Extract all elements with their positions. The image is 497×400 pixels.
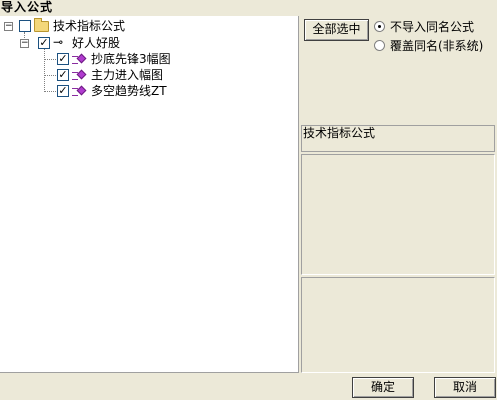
formula-description-pane bbox=[301, 277, 495, 373]
formula-tree[interactable]: − 技术指标公式 − ✓ ⊸ 好人好股 ✓ 抄底先锋3幅图 ✓ 主力进入幅图 ✓… bbox=[0, 16, 299, 373]
radio-label: 覆盖同名(非系统) bbox=[390, 39, 484, 53]
tree-item[interactable]: ✓ 抄底先锋3幅图 bbox=[0, 51, 220, 67]
collapse-icon[interactable]: − bbox=[4, 22, 13, 31]
radio-selected-icon[interactable] bbox=[374, 21, 385, 32]
radio-unselected-icon[interactable] bbox=[374, 40, 385, 51]
category-pane: 技术指标公式 bbox=[301, 125, 495, 152]
collapse-icon[interactable]: − bbox=[20, 39, 29, 48]
select-all-button[interactable]: 全部选中 bbox=[304, 19, 369, 41]
key-icon: ⊸ bbox=[53, 35, 64, 49]
tree-item-label: 多空趋势线ZT bbox=[91, 84, 167, 98]
formula-icon bbox=[72, 53, 87, 65]
tree-item-label: 主力进入幅图 bbox=[91, 68, 164, 82]
item-checkbox[interactable]: ✓ bbox=[57, 85, 69, 97]
tree-item[interactable]: ✓ 多空趋势线ZT bbox=[0, 83, 220, 99]
radio-label: 不导入同名公式 bbox=[390, 20, 475, 34]
formula-info-pane bbox=[301, 154, 495, 275]
tree-node-group[interactable]: − ✓ ⊸ 好人好股 bbox=[0, 35, 200, 51]
tree-item[interactable]: ✓ 主力进入幅图 bbox=[0, 67, 220, 83]
root-checkbox[interactable] bbox=[19, 20, 31, 32]
cancel-button[interactable]: 取消 bbox=[434, 377, 496, 398]
radio-skip-duplicates[interactable]: 不导入同名公式 bbox=[374, 19, 494, 35]
formula-icon bbox=[72, 85, 87, 97]
category-label: 技术指标公式 bbox=[303, 126, 376, 140]
item-checkbox[interactable]: ✓ bbox=[57, 69, 69, 81]
tree-node-label: 技术指标公式 bbox=[53, 19, 126, 33]
ok-button[interactable]: 确定 bbox=[352, 377, 414, 398]
tree-node-root[interactable]: − 技术指标公式 bbox=[0, 18, 200, 34]
radio-overwrite-duplicates[interactable]: 覆盖同名(非系统) bbox=[374, 38, 497, 54]
tree-item-label: 抄底先锋3幅图 bbox=[91, 52, 171, 66]
formula-icon bbox=[72, 69, 87, 81]
window-title: 导入公式 bbox=[0, 0, 497, 16]
group-checkbox[interactable]: ✓ bbox=[38, 37, 50, 49]
folder-icon bbox=[34, 18, 49, 32]
tree-node-label: 好人好股 bbox=[72, 36, 121, 50]
item-checkbox[interactable]: ✓ bbox=[57, 53, 69, 65]
